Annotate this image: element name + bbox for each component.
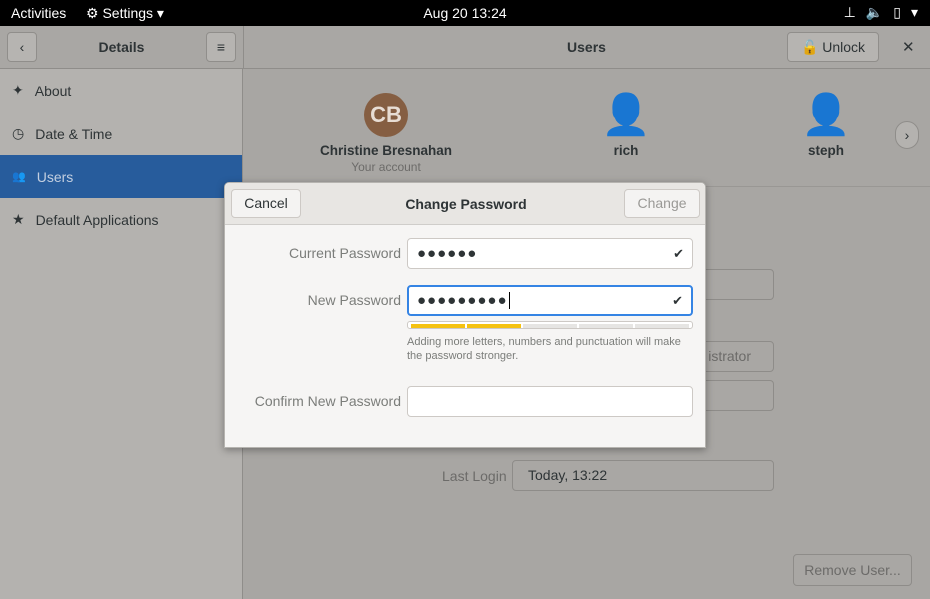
remove-user-button[interactable]: Remove User... bbox=[793, 554, 912, 586]
change-button[interactable]: Change bbox=[624, 189, 700, 218]
gear-icon: ⚙ bbox=[86, 5, 99, 21]
confirm-password-label: Confirm New Password bbox=[254, 393, 401, 409]
new-password-value: ●●●●●●●●● bbox=[417, 292, 508, 309]
check-icon: ✔ bbox=[673, 246, 684, 261]
check-icon: ✔ bbox=[672, 293, 683, 308]
user-subtitle: Your account bbox=[351, 160, 421, 174]
last-login-value: Today, 13:22 bbox=[528, 467, 608, 483]
lock-icon: 🔓 bbox=[800, 39, 819, 55]
close-button[interactable]: ✕ bbox=[902, 38, 915, 56]
user-christine[interactable]: CB Christine Bresnahan Your account bbox=[306, 93, 466, 174]
remove-user-label: Remove User... bbox=[804, 562, 901, 578]
current-password-label: Current Password bbox=[288, 245, 401, 261]
sidebar-item-label: Default Applications bbox=[35, 211, 159, 228]
strength-segment bbox=[579, 324, 633, 328]
change-password-dialog: Cancel Change Password Change Current Pa… bbox=[224, 182, 706, 448]
user-avatar-icon: 👤 bbox=[801, 93, 851, 137]
system-tray[interactable]: ⊥ 🔈 ▯ ▾ bbox=[844, 4, 918, 21]
next-users-button[interactable]: › bbox=[895, 121, 919, 149]
close-icon: ✕ bbox=[902, 39, 915, 56]
avatar: CB bbox=[364, 93, 408, 137]
activities-button[interactable]: Activities bbox=[11, 5, 66, 21]
strength-segment bbox=[635, 324, 689, 328]
volume-icon: 🔈 bbox=[865, 4, 884, 20]
account-type-label: istrator bbox=[708, 348, 751, 364]
star-icon: ★ bbox=[12, 211, 25, 227]
sidebar-item-users[interactable]: 👥 Users bbox=[0, 155, 242, 198]
sidebar-item-date-time[interactable]: ◷ Date & Time bbox=[0, 112, 242, 155]
dialog-header: Cancel Change Password Change bbox=[225, 183, 705, 225]
unlock-label: Unlock bbox=[822, 39, 866, 55]
last-login-label: Last Login bbox=[442, 468, 507, 484]
sidebar: ✦ About ◷ Date & Time 👥 Users ★ Default Appl… bbox=[0, 69, 243, 599]
users-icon: 👥 bbox=[12, 171, 26, 183]
sidebar-item-about[interactable]: ✦ About bbox=[0, 69, 242, 112]
app-menu-label: Settings bbox=[102, 5, 154, 21]
hamburger-icon: ≡ bbox=[216, 39, 226, 55]
top-bar: Activities ⚙ Settings ▾ Aug 20 13:24 ⊥ 🔈 ▯… bbox=[0, 0, 930, 26]
strength-segment bbox=[467, 324, 521, 328]
sidebar-item-label: Users bbox=[36, 168, 74, 185]
header-bar: ‹ Details ≡ Users 🔓 Unlock ✕ bbox=[0, 26, 930, 69]
app-menu[interactable]: ⚙ Settings ▾ bbox=[86, 5, 164, 22]
cancel-button[interactable]: Cancel bbox=[231, 189, 301, 218]
star-icon: ✦ bbox=[12, 82, 24, 98]
user-name: Christine Bresnahan bbox=[319, 143, 453, 158]
clock-icon: ◷ bbox=[12, 125, 25, 141]
user-name: steph bbox=[807, 143, 844, 158]
user-rich[interactable]: 👤 rich bbox=[546, 93, 706, 158]
current-password-value: ●●●●●● bbox=[417, 245, 478, 262]
password-hint: Adding more letters, numbers and punctua… bbox=[407, 336, 681, 362]
last-login-field[interactable]: Today, 13:22 bbox=[512, 460, 774, 491]
strength-segment bbox=[523, 324, 577, 328]
user-avatar-icon: 👤 bbox=[601, 93, 651, 137]
network-icon: ⊥ bbox=[843, 4, 856, 20]
sidebar-item-label: About bbox=[34, 82, 72, 99]
chevron-right-icon: › bbox=[904, 127, 910, 143]
new-password-label: New Password bbox=[307, 292, 401, 308]
user-steph[interactable]: 👤 steph bbox=[746, 93, 906, 158]
sidebar-item-label: Date & Time bbox=[35, 125, 113, 142]
unlock-button[interactable]: 🔓 Unlock bbox=[787, 32, 879, 62]
battery-icon: ▯ bbox=[893, 4, 901, 20]
confirm-password-input[interactable] bbox=[407, 386, 693, 417]
current-password-input[interactable]: ●●●●●● ✔ bbox=[407, 238, 693, 269]
chevron-down-icon: ▾ bbox=[910, 4, 918, 20]
user-name: rich bbox=[613, 143, 639, 158]
password-strength-bar bbox=[407, 321, 693, 329]
menu-button[interactable]: ≡ bbox=[206, 32, 236, 62]
sidebar-item-default-applications[interactable]: ★ Default Applications bbox=[0, 198, 242, 241]
new-password-input[interactable]: ●●●●●●●●● ✔ bbox=[407, 285, 693, 316]
strength-segment bbox=[411, 324, 465, 328]
